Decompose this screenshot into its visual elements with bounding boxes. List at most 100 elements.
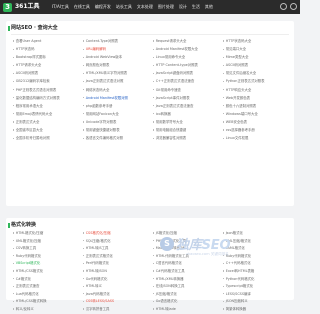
tool-link[interactable]: ASCII码对照表 [13, 70, 80, 78]
tool-link[interactable]: Excel转HTML表格 [223, 268, 290, 276]
tool-link[interactable]: Web开发颜色表 [223, 95, 290, 103]
tool-link[interactable]: Windows端口号大全 [223, 111, 290, 119]
tool-link[interactable]: 全国省市区县大全 [13, 127, 80, 135]
tool-link[interactable]: 常见端口大全 [223, 46, 290, 54]
user-icon[interactable] [290, 3, 297, 10]
tool-link[interactable]: GB2312编码字库检索 [13, 78, 80, 86]
tool-link[interactable]: C#格式化 [13, 276, 80, 284]
site-logo-text[interactable]: 361工具 [15, 3, 40, 11]
tool-link[interactable]: Typescript格式化 [223, 283, 290, 291]
tool-link[interactable]: HTML/XML转义字符对照表 [83, 70, 150, 78]
tool-link[interactable]: ico转换器 [153, 111, 220, 119]
tool-link[interactable]: Mime类型大全 [223, 54, 290, 62]
tool-link[interactable]: HTML/XML转换器 [153, 276, 220, 284]
tool-link[interactable]: Go代码格式化 [83, 276, 150, 284]
tool-link[interactable]: Bootstrap样式图标 [13, 54, 80, 62]
tool-link[interactable]: YAML格式化 [223, 245, 290, 253]
tool-link[interactable]: CSS格式化/压缩 [83, 230, 150, 238]
nav-item-other[interactable]: 其他 [205, 4, 213, 10]
tool-link[interactable]: SQL压缩/格式化 [83, 238, 150, 246]
tool-link[interactable]: C语言代码格式化 [153, 260, 220, 268]
tool-link[interactable]: Java正则表达式语法对照 [83, 78, 150, 86]
tool-link[interactable]: 常用数学符号大全 [153, 119, 220, 127]
tool-link[interactable]: Android Manifest权限大全 [153, 46, 220, 54]
tool-link[interactable]: JS压缩/格式化 [153, 291, 220, 299]
tool-link[interactable]: 程序常用术语大全 [13, 103, 80, 111]
tool-link[interactable]: HTML转Jade [153, 306, 220, 314]
tool-link[interactable]: WEB安全色表 [223, 119, 290, 127]
tool-link[interactable]: Perl代码格式化 [83, 260, 150, 268]
nav-item-webmaster[interactable]: 站长工具 [116, 4, 132, 10]
tool-link[interactable]: Java代码格式化 [83, 291, 150, 299]
nav-item-image[interactable]: 图片处理 [158, 4, 174, 10]
nav-item-online-tools[interactable]: 在线工具 [74, 4, 90, 10]
tool-link[interactable]: Go语言格式化 [153, 298, 220, 306]
tool-link[interactable]: Json格式化 [223, 230, 290, 238]
tool-link[interactable]: C++代码格式化 [223, 260, 290, 268]
tool-link[interactable]: JSON压缩转义 [223, 298, 290, 306]
tool-link[interactable]: Python正则表达式对照表 [223, 78, 290, 86]
tool-link[interactable]: XML格式化/压缩 [13, 238, 80, 246]
tool-link[interactable]: 转义/反转义 [13, 306, 80, 314]
nav-item-life[interactable]: 生活 [192, 4, 200, 10]
tool-link[interactable]: HTTP Content-type对照表 [153, 62, 220, 70]
tool-link[interactable]: Lua代码格式化 [13, 291, 80, 299]
tool-link[interactable]: 正则表达式速查 [13, 283, 80, 291]
nav-item-dev[interactable]: 编程开发 [95, 4, 111, 10]
tool-link[interactable]: 正则表达式大全 [13, 119, 80, 127]
tool-link[interactable]: 常用网站Favicon大全 [83, 111, 150, 119]
tool-link[interactable]: HTML转JSON [83, 268, 150, 276]
tool-link[interactable]: CSV转换工具 [13, 245, 80, 253]
tool-link[interactable]: HTTP状态码 [13, 46, 80, 54]
tool-link[interactable]: XML压缩/格式化 [223, 238, 290, 246]
tool-link[interactable]: PHP正则表达式语法对照表 [13, 87, 80, 95]
tool-link[interactable]: LESS/SCSS编译 [223, 291, 290, 299]
tool-link[interactable]: HTTP响应头大全 [223, 87, 290, 95]
tool-link[interactable]: 正则表达式格式化 [83, 253, 150, 261]
tool-link[interactable]: Unicode字符对照表 [83, 119, 150, 127]
tool-link[interactable]: Request请求头大全 [153, 38, 220, 46]
nav-item-design[interactable]: 设计 [179, 4, 187, 10]
tool-link[interactable]: 颜色十六进制对照表 [223, 103, 290, 111]
tool-link[interactable]: 网页颜色对照表 [83, 62, 150, 70]
tool-link[interactable]: Git常用命令速查 [153, 87, 220, 95]
tool-link[interactable]: JavaScript事件对照表 [153, 95, 220, 103]
tool-link[interactable]: 简繁体转换器 [223, 306, 290, 314]
site-logo-icon[interactable]: 3 [3, 3, 12, 12]
tool-link[interactable]: Content-Type对照表 [83, 38, 150, 46]
tool-link[interactable]: Android Manifest权限对照 [83, 95, 150, 103]
tool-link[interactable]: Java正则表达式语法速查 [153, 103, 220, 111]
tool-link[interactable]: 量化数据结构编码方式对照表 [13, 95, 80, 103]
tool-link[interactable]: php函数参考手册 [83, 103, 150, 111]
tool-link[interactable]: Android WebView版本 [83, 54, 150, 62]
tool-link[interactable]: Linux常用命令大全 [153, 54, 220, 62]
tool-link[interactable]: Ruby代码格式化 [223, 253, 290, 261]
search-icon[interactable] [280, 3, 287, 10]
tool-link[interactable]: css选择器参考手册 [223, 127, 290, 135]
tool-link[interactable]: HTML/CSS格式转换 [13, 298, 80, 306]
tool-link[interactable]: 常见文件后缀名大全 [223, 70, 290, 78]
tool-link[interactable]: HTML/CSS格式化 [13, 268, 80, 276]
tool-link[interactable]: HTML格式化/压缩 [13, 230, 80, 238]
tool-link[interactable]: Python代码格式化 [223, 276, 290, 284]
tool-link[interactable]: 各语言文件编码格式对照 [83, 135, 150, 143]
tool-link[interactable]: VBScript格式化 [13, 260, 80, 268]
tool-link[interactable]: 汉字转拼音工具 [83, 306, 150, 314]
tool-link[interactable]: Linux文件权限 [223, 135, 290, 143]
tool-link[interactable]: 常用Emoji表情代码大全 [13, 111, 80, 119]
tool-link[interactable]: JavaScript键盘码对照表 [153, 70, 220, 78]
tool-link[interactable]: 浏览器兼容性对照表 [153, 135, 220, 143]
nav-item-ai-tools[interactable]: IT/AI工具 [52, 4, 69, 10]
tool-link[interactable]: URL编码解码 [83, 46, 150, 54]
tool-link[interactable]: 查看User Agent [13, 38, 80, 46]
tool-link[interactable]: HTTP请求头大全 [13, 62, 80, 70]
tool-link[interactable]: Ruby代码格式化 [13, 253, 80, 261]
tool-link[interactable]: 全国手机号归属地对照 [13, 135, 80, 143]
tool-link[interactable]: 常用电脑组合快捷键 [153, 127, 220, 135]
tool-link[interactable]: HTML转JS工具 [83, 245, 150, 253]
nav-item-text[interactable]: 文本处理 [137, 4, 153, 10]
tool-link[interactable]: HTML转义 [83, 283, 150, 291]
tool-link[interactable]: 在线JSON转换工具 [153, 283, 220, 291]
tool-link[interactable]: CSS转LESS/SASS [83, 298, 150, 306]
tool-link[interactable]: 常用键盘快捷键对照表 [83, 127, 150, 135]
